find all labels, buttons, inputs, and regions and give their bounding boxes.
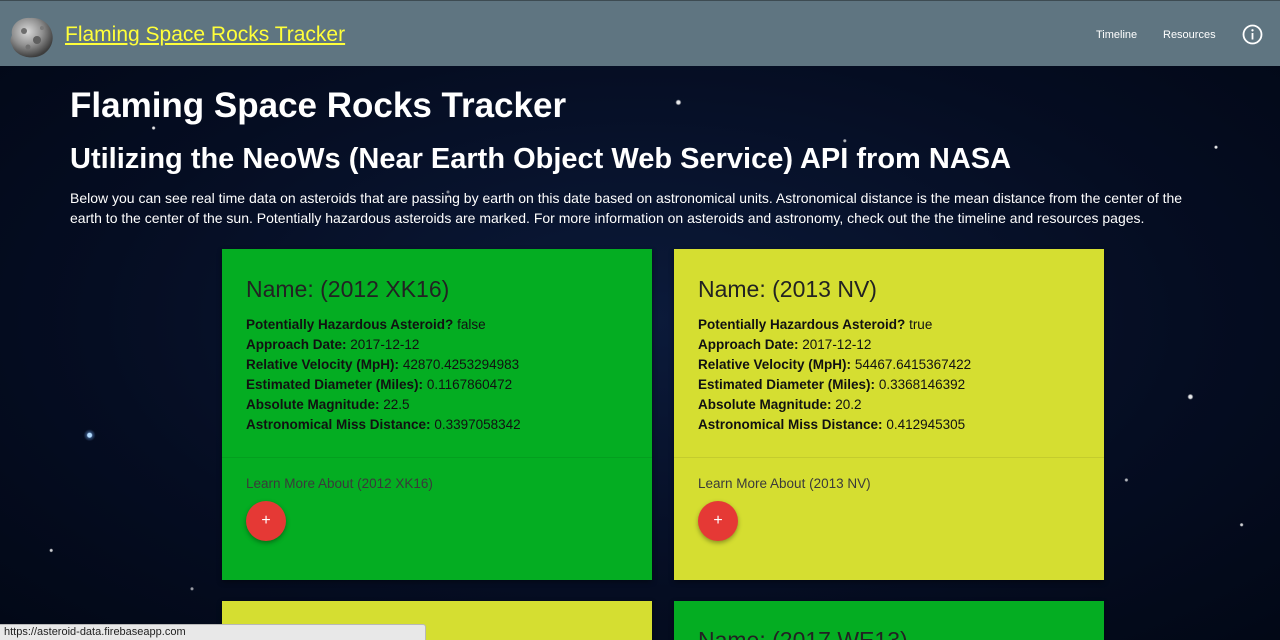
hazardous-value: false: [457, 317, 486, 332]
page-title: Flaming Space Rocks Tracker: [70, 86, 567, 125]
expand-plus-button[interactable]: +: [246, 501, 286, 541]
magnitude-row: Absolute Magnitude: 20.2: [698, 395, 971, 415]
asteroid-card: Name: (2012 XK16) Potentially Hazardous …: [222, 249, 652, 580]
magnitude-value: 22.5: [383, 397, 410, 412]
card-fields: Potentially Hazardous Asteroid? false Ap…: [246, 315, 521, 435]
miss-distance-label: Astronomical Miss Distance:: [246, 417, 431, 432]
velocity-value: 54467.6415367422: [854, 357, 972, 372]
info-circle-icon[interactable]: [1242, 24, 1263, 45]
approach-date-value: 2017-12-12: [802, 337, 872, 352]
velocity-value: 42870.4253294983: [402, 357, 520, 372]
hazardous-label: Potentially Hazardous Asteroid?: [698, 317, 906, 332]
hazardous-row: Potentially Hazardous Asteroid? true: [698, 315, 971, 335]
hazardous-row: Potentially Hazardous Asteroid? false: [246, 315, 521, 335]
approach-date-label: Approach Date:: [246, 337, 347, 352]
card-title: Name: (2017 WE13): [698, 627, 908, 640]
miss-distance-row: Astronomical Miss Distance: 0.3397058342: [246, 415, 521, 435]
diameter-label: Estimated Diameter (Miles):: [246, 377, 424, 392]
approach-date-row: Approach Date: 2017-12-12: [246, 335, 521, 355]
nav-timeline-link[interactable]: Timeline: [1096, 29, 1137, 41]
navbar: Flaming Space Rocks Tracker Timeline Res…: [0, 0, 1280, 66]
magnitude-label: Absolute Magnitude:: [246, 397, 380, 412]
velocity-label: Relative Velocity (MpH):: [246, 357, 400, 372]
card-divider: [674, 457, 1104, 458]
approach-date-value: 2017-12-12: [350, 337, 420, 352]
card-fields: Potentially Hazardous Asteroid? true App…: [698, 315, 971, 435]
approach-date-label: Approach Date:: [698, 337, 799, 352]
hazardous-label: Potentially Hazardous Asteroid?: [246, 317, 454, 332]
magnitude-value: 20.2: [835, 397, 862, 412]
brand-link[interactable]: Flaming Space Rocks Tracker: [65, 23, 345, 47]
card-divider: [222, 457, 652, 458]
card-title: Name: (2013 NV): [698, 276, 877, 302]
miss-distance-label: Astronomical Miss Distance:: [698, 417, 883, 432]
diameter-value: 0.1167860472: [426, 377, 513, 392]
diameter-row: Estimated Diameter (Miles): 0.1167860472: [246, 375, 521, 395]
asteroid-card: Name: (2017 WE13): [674, 601, 1104, 640]
velocity-label: Relative Velocity (MpH):: [698, 357, 852, 372]
nav-resources-link[interactable]: Resources: [1163, 29, 1216, 41]
asteroid-logo-icon[interactable]: [6, 13, 56, 61]
diameter-label: Estimated Diameter (Miles):: [698, 377, 876, 392]
magnitude-label: Absolute Magnitude:: [698, 397, 832, 412]
miss-distance-value: 0.3397058342: [434, 417, 521, 432]
expand-plus-button[interactable]: +: [698, 501, 738, 541]
diameter-value: 0.3368146392: [878, 377, 966, 392]
miss-distance-value: 0.412945305: [886, 417, 966, 432]
velocity-row: Relative Velocity (MpH): 42870.425329498…: [246, 355, 521, 375]
card-title: Name: (2012 XK16): [246, 276, 450, 302]
diameter-row: Estimated Diameter (Miles): 0.3368146392: [698, 375, 971, 395]
miss-distance-row: Astronomical Miss Distance: 0.412945305: [698, 415, 971, 435]
page-subtitle: Utilizing the NeoWs (Near Earth Object W…: [70, 143, 1012, 175]
browser-status-bar: https://asteroid-data.firebaseapp.com: [0, 624, 426, 640]
learn-more-link[interactable]: Learn More About (2012 XK16): [246, 476, 433, 491]
asteroid-card: Name: (2013 NV) Potentially Hazardous As…: [674, 249, 1104, 580]
velocity-row: Relative Velocity (MpH): 54467.641536742…: [698, 355, 971, 375]
approach-date-row: Approach Date: 2017-12-12: [698, 335, 971, 355]
page-description: Below you can see real time data on aste…: [70, 190, 1183, 226]
hazardous-value: true: [909, 317, 933, 332]
magnitude-row: Absolute Magnitude: 22.5: [246, 395, 521, 415]
learn-more-link[interactable]: Learn More About (2013 NV): [698, 476, 871, 491]
